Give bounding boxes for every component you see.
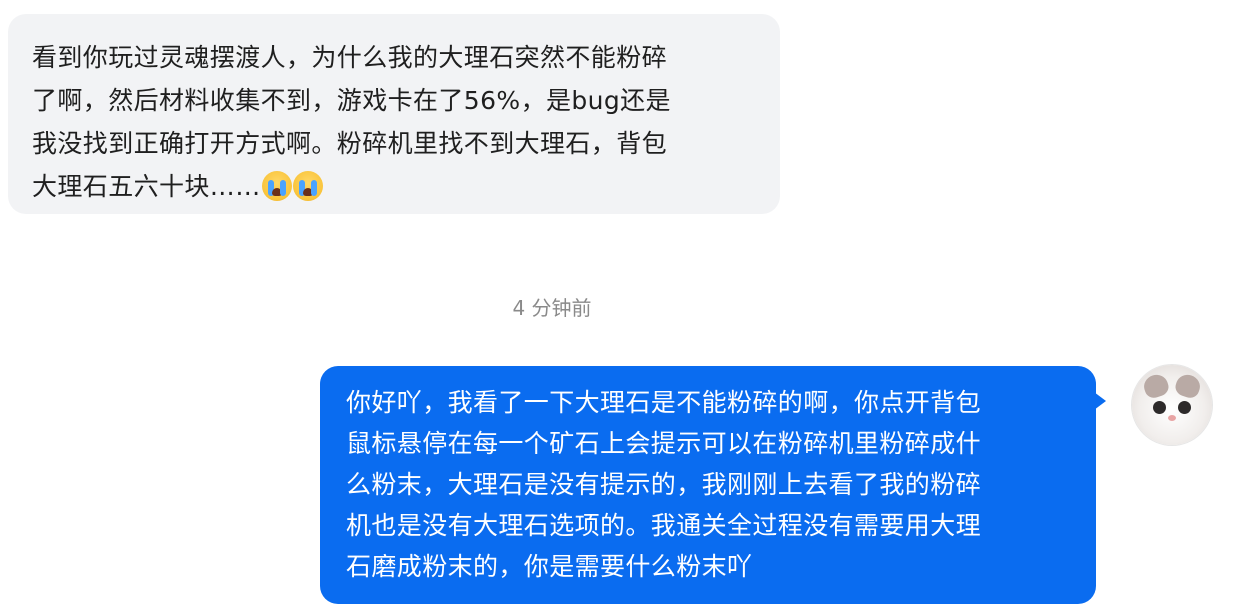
bubble-tail [1094,392,1106,410]
outgoing-message-bubble[interactable]: 你好吖，我看了一下大理石是不能粉碎的啊，你点开背包 鼠标悬停在每一个矿石上会提示… [320,366,1096,604]
avatar-eye [1153,401,1166,414]
loudly-crying-face-emoji-icon [261,171,292,201]
loudly-crying-face-emoji-icon [292,171,323,201]
message-line-text: 大理石五六十块…… [32,172,261,201]
message-line: 了啊，然后材料收集不到，游戏卡在了56%，是bug还是 [32,86,671,115]
avatar-nose [1168,415,1176,421]
user-avatar[interactable] [1132,365,1212,445]
message-line: 么粉末，大理石是没有提示的，我刚刚上去看了我的粉碎 [346,470,982,499]
message-line: 机也是没有大理石选项的。我通关全过程没有需要用大理 [346,511,982,540]
avatar-eye [1178,401,1191,414]
incoming-message-bubble[interactable]: 看到你玩过灵魂摆渡人，为什么我的大理石突然不能粉碎 了啊，然后材料收集不到，游戏… [8,14,780,214]
chat-window: 看到你玩过灵魂摆渡人，为什么我的大理石突然不能粉碎 了啊，然后材料收集不到，游戏… [0,0,1252,612]
avatar-ear [1141,371,1171,401]
message-line: 看到你玩过灵魂摆渡人，为什么我的大理石突然不能粉碎 [32,43,668,72]
message-line: 石磨成粉末的，你是需要什么粉末吖 [346,552,753,581]
message-line: 我没找到正确打开方式啊。粉碎机里找不到大理石，背包 [32,129,668,158]
avatar-ear [1173,371,1203,401]
message-line: 鼠标悬停在每一个矿石上会提示可以在粉碎机里粉碎成什 [346,429,982,458]
message-timestamp: 4 分钟前 [512,296,592,320]
message-line: 你好吖，我看了一下大理石是不能粉碎的啊，你点开背包 [346,388,982,417]
message-line: 大理石五六十块…… [32,165,756,208]
